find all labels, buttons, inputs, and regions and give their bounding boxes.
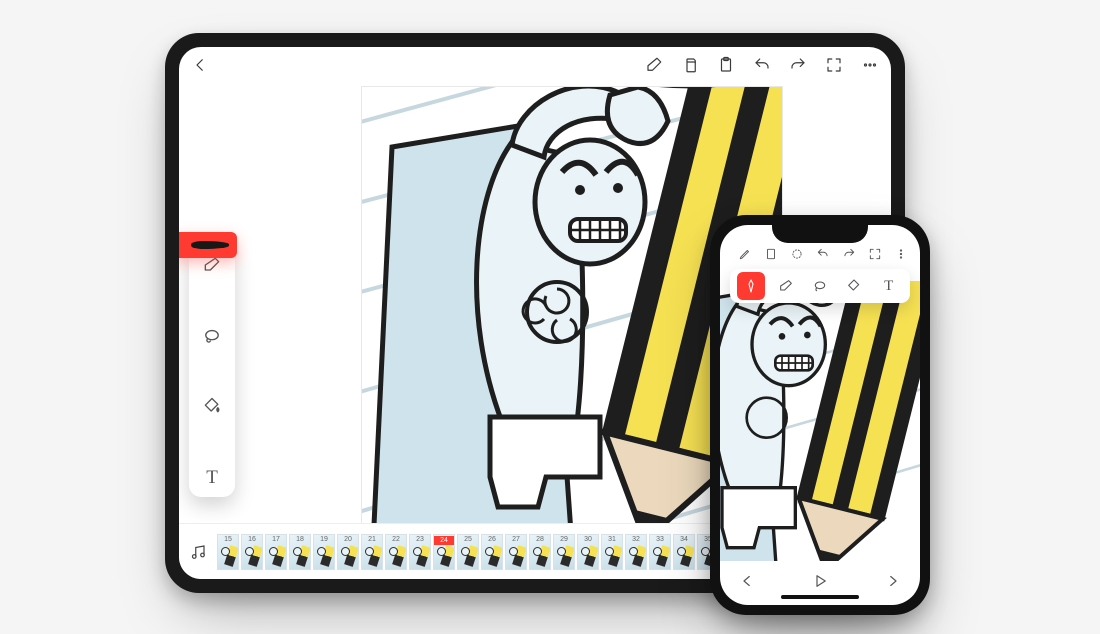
fill-tool[interactable]	[840, 272, 868, 300]
redo-icon[interactable]	[842, 247, 856, 266]
fullscreen-icon[interactable]	[825, 56, 843, 79]
prev-frame-icon[interactable]	[738, 572, 756, 595]
eraser-icon[interactable]	[645, 56, 663, 79]
frame-thumb[interactable]: 28	[529, 534, 551, 570]
frame-thumb[interactable]: 24	[433, 534, 455, 570]
pen-tool[interactable]	[737, 272, 765, 300]
frame-thumb[interactable]: 19	[313, 534, 335, 570]
lasso-tool[interactable]	[806, 272, 834, 300]
iphone-canvas[interactable]	[720, 281, 920, 561]
frame-thumb[interactable]: 31	[601, 534, 623, 570]
more-icon[interactable]	[894, 247, 908, 266]
frame-thumb[interactable]: 32	[625, 534, 647, 570]
frame-thumb[interactable]: 20	[337, 534, 359, 570]
frame-thumb[interactable]: 27	[505, 534, 527, 570]
iphone-screen: T	[720, 225, 920, 605]
text-tool[interactable]: T	[206, 467, 218, 489]
frame-thumb[interactable]: 18	[289, 534, 311, 570]
iphone-transport	[720, 561, 920, 605]
paste-icon[interactable]	[717, 56, 735, 79]
pen-tool-active[interactable]	[179, 232, 237, 258]
eraser-tool[interactable]	[202, 255, 222, 280]
artwork	[720, 281, 920, 561]
pencil-icon[interactable]	[738, 247, 752, 266]
ipad-top-toolbar	[179, 47, 891, 87]
undo-icon[interactable]	[816, 247, 830, 266]
text-tool[interactable]: T	[875, 272, 903, 300]
iphone-top-toolbar	[720, 243, 920, 269]
fullscreen-icon[interactable]	[868, 247, 882, 266]
frame-thumb[interactable]: 34	[673, 534, 695, 570]
audio-icon[interactable]	[189, 543, 207, 561]
page-icon[interactable]	[764, 247, 778, 266]
ipad-tool-panel: T	[189, 247, 235, 497]
eraser-tool[interactable]	[772, 272, 800, 300]
next-frame-icon[interactable]	[884, 572, 902, 595]
frame-thumb[interactable]: 21	[361, 534, 383, 570]
frame-thumb[interactable]: 33	[649, 534, 671, 570]
frame-thumb[interactable]: 25	[457, 534, 479, 570]
fill-tool[interactable]	[202, 396, 222, 421]
undo-icon[interactable]	[753, 56, 771, 79]
iphone-device: T	[710, 215, 930, 615]
more-icon[interactable]	[861, 56, 879, 79]
play-icon[interactable]	[811, 572, 829, 595]
lasso-tool[interactable]	[202, 326, 222, 351]
frame-thumb[interactable]: 17	[265, 534, 287, 570]
frame-thumb[interactable]: 22	[385, 534, 407, 570]
shape-icon[interactable]	[790, 247, 804, 266]
frame-thumb[interactable]: 15	[217, 534, 239, 570]
redo-icon[interactable]	[789, 56, 807, 79]
frame-thumb[interactable]: 23	[409, 534, 431, 570]
iphone-tool-panel: T	[730, 269, 910, 303]
frame-thumb[interactable]: 29	[553, 534, 575, 570]
home-indicator	[781, 595, 859, 599]
frame-thumb[interactable]: 26	[481, 534, 503, 570]
copy-icon[interactable]	[681, 56, 699, 79]
frame-thumb[interactable]: 16	[241, 534, 263, 570]
back-button[interactable]	[191, 56, 209, 79]
frame-thumb[interactable]: 30	[577, 534, 599, 570]
